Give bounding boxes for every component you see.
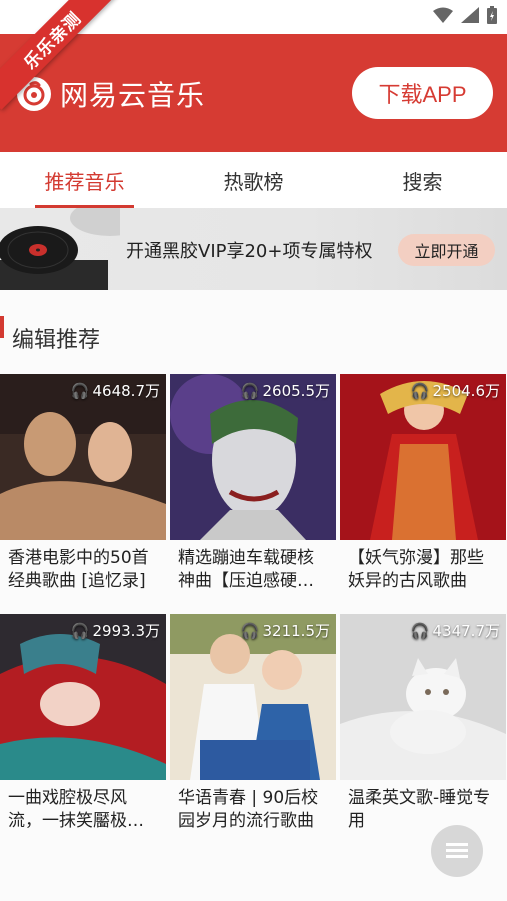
section-title: 编辑推荐: [12, 328, 101, 353]
play-count-value: 2605.5万: [262, 382, 331, 400]
play-count-value: 2993.3万: [92, 622, 161, 640]
section-accent-bar: [0, 316, 4, 338]
headphones-icon: 🎧: [70, 621, 90, 640]
play-count: 🎧 4347.7万: [411, 620, 500, 641]
wifi-icon: [433, 7, 453, 23]
play-count: 🎧 3211.5万: [241, 620, 330, 641]
playlist-cover: 🎧 4648.7万: [0, 374, 166, 540]
tab-bar: 推荐音乐 热歌榜 搜索: [0, 152, 507, 209]
playlist-cover: 🎧 3211.5万: [170, 614, 336, 780]
play-count-value: 2504.6万: [432, 382, 501, 400]
playlist-card[interactable]: 🎧 3211.5万 华语青春 | 90后校园岁月的流行歌曲: [170, 614, 336, 833]
playlist-card[interactable]: 🎧 4648.7万 香港电影中的50首经典歌曲 [追忆录]: [0, 374, 166, 593]
brand-logo: 网易云音乐: [16, 74, 205, 114]
playlist-card[interactable]: 🎧 2993.3万 一曲戏腔极尽风流，一抹笑靨极…: [0, 614, 166, 833]
play-count-value: 4648.7万: [92, 382, 161, 400]
playlist-title: 香港电影中的50首经典歌曲 [追忆录]: [8, 548, 149, 591]
floating-menu-button[interactable]: [431, 825, 483, 877]
playlist-card[interactable]: 🎧 2605.5万 精选蹦迪车载硬核神曲【压迫感硬…: [170, 374, 336, 593]
playlist-title: 一曲戏腔极尽风流，一抹笑靨极…: [8, 788, 144, 831]
playlist-cover: 🎧 4347.7万: [340, 614, 506, 780]
play-count: 🎧 4648.7万: [71, 380, 160, 401]
signal-icon: [461, 7, 479, 23]
headphones-icon: 🎧: [70, 381, 90, 400]
vip-banner-text: 开通黑胶VIP享20+项专属特权: [126, 241, 373, 262]
download-app-button[interactable]: 下载APP: [352, 67, 493, 119]
headphones-icon: 🎧: [240, 381, 260, 400]
playlist-title: 【妖气弥漫】那些妖异的古风歌曲: [348, 548, 484, 591]
tab-hot-songs[interactable]: 热歌榜: [169, 152, 338, 208]
headphones-icon: 🎧: [240, 621, 260, 640]
vip-banner[interactable]: 开通黑胶VIP享20+项专属特权 立即开通: [0, 208, 507, 290]
playlist-title: 温柔英文歌-睡觉专用: [348, 788, 491, 831]
playlist-cover: 🎧 2993.3万: [0, 614, 166, 780]
vip-open-button[interactable]: 立即开通: [398, 234, 495, 266]
playlist-cover: 🎧 2605.5万: [170, 374, 336, 540]
play-count: 🎧 2504.6万: [411, 380, 500, 401]
brand-name: 网易云音乐: [60, 79, 206, 112]
headphones-icon: 🎧: [410, 621, 430, 640]
playlist-cover: 🎧 2504.6万: [340, 374, 506, 540]
playlist-card[interactable]: 🎧 4347.7万 温柔英文歌-睡觉专用: [340, 614, 506, 833]
tab-search[interactable]: 搜索: [338, 152, 507, 208]
play-count: 🎧 2993.3万: [71, 620, 160, 641]
vinyl-turntable-icon: [0, 208, 120, 290]
status-icons: [433, 6, 497, 24]
tab-recommended-music[interactable]: 推荐音乐: [0, 152, 169, 208]
list-icon: [446, 843, 468, 858]
battery-icon: [487, 6, 497, 24]
playlist-title: 华语青春 | 90后校园岁月的流行歌曲: [178, 788, 319, 831]
play-count-value: 3211.5万: [262, 622, 331, 640]
playlist-card[interactable]: 🎧 2504.6万 【妖气弥漫】那些妖异的古风歌曲: [340, 374, 506, 593]
play-count: 🎧 2605.5万: [241, 380, 330, 401]
headphones-icon: 🎧: [410, 381, 430, 400]
play-count-value: 4347.7万: [432, 622, 501, 640]
playlist-title: 精选蹦迪车载硬核神曲【压迫感硬…: [178, 548, 314, 591]
